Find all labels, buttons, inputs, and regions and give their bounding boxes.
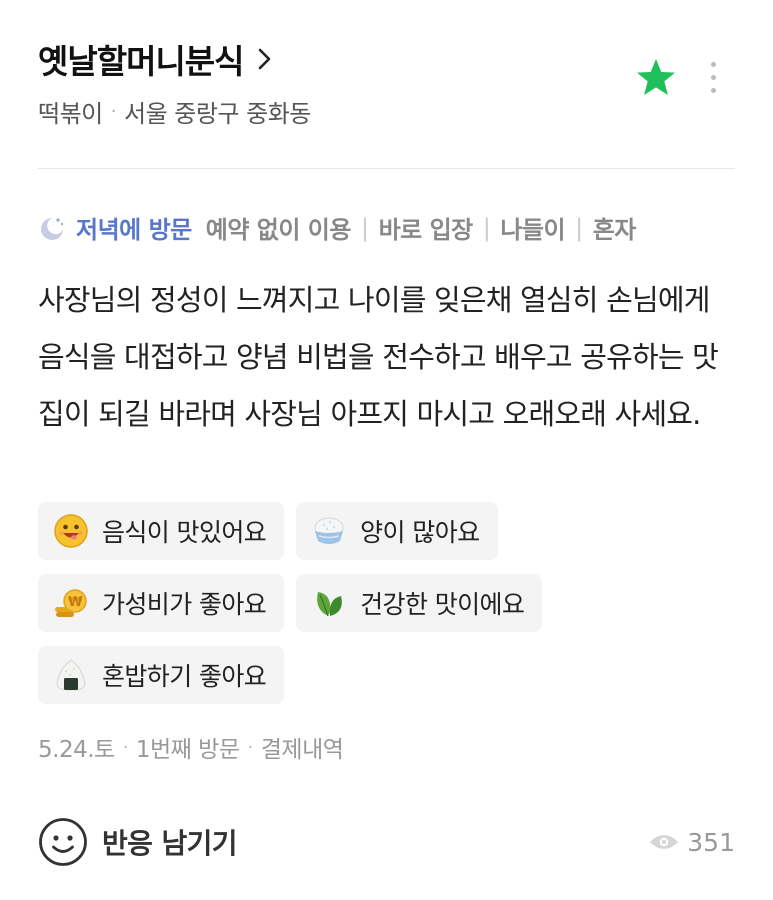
review-text[interactable]: 사장님의 정성이 느껴지고 나이를 잊은채 열심히 손님에게 음식을 대접하고 … — [38, 272, 738, 443]
separator-dot: · — [122, 736, 129, 758]
keyword-label: 양이 많아요 — [360, 518, 480, 547]
leave-reaction-button[interactable]: 반응 남기기 — [38, 817, 238, 867]
keyword-chip: ₩ 가성비가 좋아요 — [38, 574, 285, 632]
keyword-chip: 양이 많아요 — [296, 502, 498, 560]
eye-icon — [649, 832, 679, 852]
coins-icon: ₩ — [52, 584, 90, 622]
smiley-face-icon — [52, 512, 90, 550]
keyword-label: 음식이 맛있어요 — [102, 518, 267, 547]
chevron-right-icon[interactable] — [258, 48, 272, 70]
view-count-value: 351 — [687, 827, 735, 857]
more-options-icon[interactable] — [709, 62, 717, 93]
leave-reaction-label: 반응 남기기 — [102, 827, 238, 860]
separator-bar: | — [482, 213, 491, 242]
keyword-label: 가성비가 좋아요 — [102, 590, 267, 619]
moon-icon — [38, 213, 68, 243]
keyword-label: 혼밥하기 좋아요 — [102, 662, 267, 691]
divider — [38, 168, 735, 169]
keyword-list: 음식이 맛있어요 양이 많아요 ₩ 가성비가 좋아요 건강한 맛이에요 혼밥하기… — [38, 502, 738, 718]
visit-info: 저녁에 방문 예약 없이 이용 | 바로 입장 | 나들이 | 혼자 — [38, 210, 636, 245]
star-icon[interactable] — [635, 58, 677, 102]
leaf-icon — [310, 584, 348, 622]
place-name[interactable]: 옛날할머니분식 — [38, 35, 245, 83]
place-category: 떡볶이 — [38, 100, 103, 128]
visit-tag: 나들이 — [500, 216, 566, 244]
visit-tag: 예약 없이 이용 — [205, 216, 352, 244]
separator-dot: · — [247, 736, 254, 758]
review-meta: 5.24.토 · 1번째 방문 · 결제내역 — [38, 730, 344, 764]
keyword-label: 건강한 맛이에요 — [360, 590, 525, 619]
visit-date: 5.24.토 — [38, 737, 115, 763]
visit-time-label: 저녁에 방문 — [76, 216, 192, 244]
keyword-chip: 건강한 맛이에요 — [296, 574, 543, 632]
payment-history-link[interactable]: 결제내역 — [261, 730, 344, 764]
separator-bar: | — [360, 213, 369, 242]
separator-bar: | — [575, 213, 583, 242]
visit-count: 1번째 방문 — [135, 737, 240, 763]
place-subline: 떡볶이 · 서울 중랑구 중화동 — [38, 94, 735, 129]
rice-ball-icon — [52, 656, 90, 694]
separator-dot: · — [110, 101, 117, 122]
view-count: 351 — [649, 828, 735, 857]
svg-text:₩: ₩ — [68, 595, 83, 610]
rice-bowl-icon — [310, 512, 348, 550]
keyword-chip: 음식이 맛있어요 — [38, 502, 285, 560]
place-location: 서울 중랑구 중화동 — [123, 100, 311, 128]
review-footer: 반응 남기기 351 — [38, 815, 735, 869]
visit-tag: 혼자 — [592, 216, 637, 244]
smile-outline-icon — [38, 817, 88, 867]
visit-tag: 바로 입장 — [378, 216, 474, 244]
keyword-chip: 혼밥하기 좋아요 — [38, 646, 285, 704]
place-title-row[interactable]: 옛날할머니분식 — [38, 36, 735, 82]
place-header: 옛날할머니분식 떡볶이 · 서울 중랑구 중화동 — [38, 36, 735, 136]
